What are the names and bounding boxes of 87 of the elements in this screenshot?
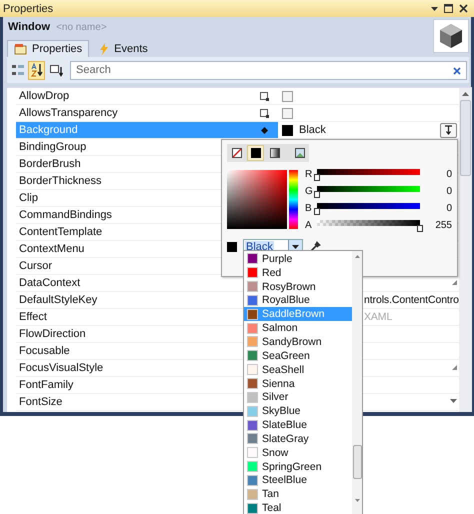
properties-icon bbox=[14, 43, 28, 55]
checkbox[interactable] bbox=[282, 108, 293, 118]
scroll-thumb[interactable] bbox=[460, 100, 471, 176]
color-option[interactable]: SpringGreen bbox=[244, 460, 352, 474]
channel-label: B bbox=[305, 202, 313, 214]
color-option[interactable]: Teal bbox=[244, 501, 352, 514]
solid-brush-icon bbox=[250, 147, 262, 159]
dropdown-icon[interactable] bbox=[431, 6, 438, 10]
no-brush-icon bbox=[230, 147, 242, 159]
checkbox[interactable] bbox=[282, 90, 293, 102]
color-option[interactable]: Silver bbox=[244, 390, 352, 404]
scroll-up-icon[interactable] bbox=[462, 92, 469, 96]
color-field[interactable] bbox=[227, 170, 287, 229]
object-name: <no name> bbox=[56, 22, 107, 33]
color-option[interactable]: Red bbox=[244, 266, 352, 280]
color-option[interactable]: Snow bbox=[244, 446, 352, 460]
slider-track[interactable] bbox=[317, 201, 420, 215]
color-option[interactable]: Salmon bbox=[244, 321, 352, 336]
scroll-thumb[interactable] bbox=[352, 445, 362, 479]
color-option[interactable]: SlateGray bbox=[244, 432, 352, 446]
color-option[interactable]: RosyBrown bbox=[244, 280, 352, 294]
close-icon[interactable] bbox=[459, 4, 468, 13]
color-option[interactable]: SeaGreen bbox=[244, 348, 352, 363]
resize-grip-icon[interactable] bbox=[452, 365, 457, 370]
channel-value: 255 bbox=[434, 220, 452, 230]
gradient-brush-icon bbox=[268, 147, 280, 159]
slider-track[interactable] bbox=[317, 184, 420, 198]
maximize-icon[interactable] bbox=[444, 4, 453, 13]
channel-label: G bbox=[305, 186, 313, 196]
image-brush-icon bbox=[294, 147, 306, 159]
color-option[interactable]: SeaShell bbox=[244, 362, 352, 377]
color-option[interactable]: RoyalBlue bbox=[244, 294, 352, 308]
categorized-icon bbox=[10, 63, 24, 77]
color-option[interactable]: SteelBlue bbox=[244, 474, 352, 488]
square-marker-icon[interactable] bbox=[260, 92, 268, 100]
hue-bar[interactable] bbox=[289, 170, 298, 229]
slider-track[interactable] bbox=[317, 218, 420, 232]
channel-value: 0 bbox=[445, 186, 452, 196]
slider-thumb[interactable] bbox=[314, 208, 320, 215]
property-row[interactable]: FontSize bbox=[16, 394, 242, 410]
color-option[interactable]: Purple bbox=[244, 252, 352, 266]
color-option[interactable]: SlateBlue bbox=[244, 418, 352, 432]
advanced-button[interactable] bbox=[440, 122, 457, 138]
filter-icon bbox=[48, 63, 62, 77]
eyedropper-icon[interactable] bbox=[309, 240, 321, 252]
window-title: Properties bbox=[3, 2, 54, 14]
color-option[interactable]: Sienna bbox=[244, 376, 352, 390]
property-row[interactable]: FocusVisualStyle bbox=[16, 360, 242, 376]
channel-label: R bbox=[305, 168, 313, 180]
property-row[interactable]: DefaultStyleKey bbox=[16, 292, 242, 308]
scrollbar[interactable] bbox=[352, 251, 362, 514]
search-field[interactable]: Search bbox=[70, 60, 467, 80]
scrollbar[interactable] bbox=[459, 88, 472, 412]
tab[interactable]: Properties bbox=[7, 40, 90, 57]
property-row[interactable]: DataContext bbox=[16, 275, 242, 291]
slider-thumb[interactable] bbox=[314, 191, 320, 198]
sort-icon bbox=[30, 63, 44, 77]
color-option[interactable]: SkyBlue bbox=[244, 404, 352, 418]
channel-value: 0 bbox=[445, 202, 452, 214]
property-row[interactable]: Focusable bbox=[16, 343, 242, 359]
object-type: Window bbox=[8, 21, 50, 33]
slider-thumb[interactable] bbox=[417, 225, 423, 232]
clear-icon[interactable] bbox=[453, 66, 461, 74]
scroll-down-icon[interactable] bbox=[354, 499, 360, 502]
channel-value: 0 bbox=[445, 168, 452, 180]
slider-thumb[interactable] bbox=[314, 174, 320, 181]
diamond-marker-icon[interactable] bbox=[260, 126, 268, 134]
tab[interactable]: Events bbox=[91, 40, 155, 57]
lightning-icon bbox=[98, 43, 110, 55]
property-row[interactable]: AllowDrop bbox=[16, 88, 242, 104]
property-row[interactable]: Effect bbox=[16, 309, 242, 325]
dropdown-icon[interactable] bbox=[450, 399, 457, 403]
channel-label: A bbox=[305, 220, 313, 230]
color-option[interactable]: Tan bbox=[244, 487, 352, 502]
pin-icon bbox=[444, 125, 453, 135]
color-option[interactable]: SandyBrown bbox=[244, 335, 352, 349]
square-marker-icon[interactable] bbox=[260, 108, 268, 118]
property-row[interactable]: FontFamily bbox=[16, 377, 242, 393]
slider-track[interactable] bbox=[317, 167, 420, 181]
scroll-up-icon[interactable] bbox=[354, 255, 360, 258]
property-value[interactable]: ntrols.ContentContro bbox=[364, 294, 459, 306]
toolbar-button[interactable] bbox=[28, 60, 45, 80]
property-row[interactable]: AllowsTransparency bbox=[16, 105, 242, 121]
resize-grip-icon[interactable] bbox=[452, 280, 457, 285]
property-row[interactable]: FlowDirection bbox=[16, 326, 242, 342]
property-value[interactable]: Black bbox=[299, 124, 326, 136]
brush-type-button[interactable] bbox=[247, 145, 264, 161]
